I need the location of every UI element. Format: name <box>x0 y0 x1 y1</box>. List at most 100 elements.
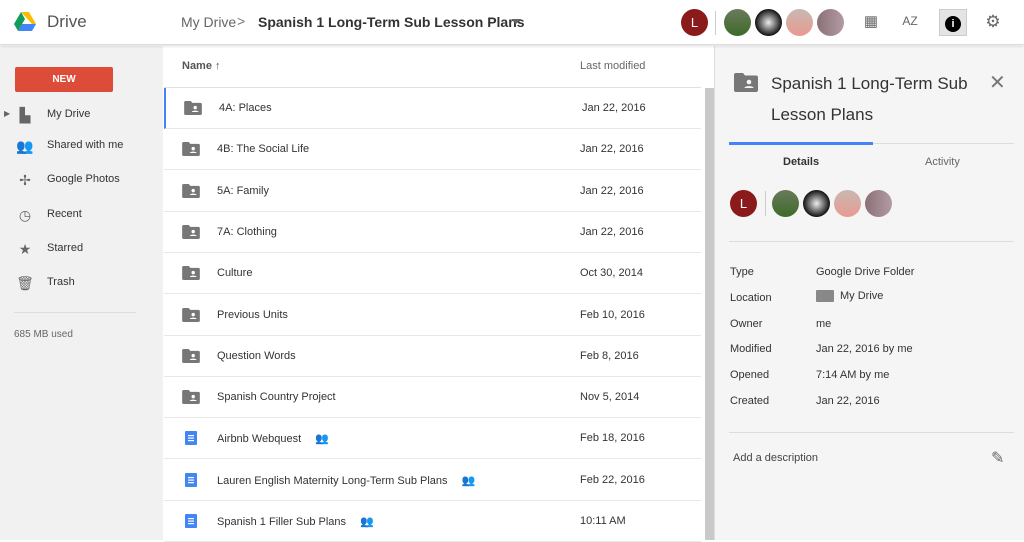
panel-title: Spanish 1 Long-Term Sub Lesson Plans <box>771 74 968 124</box>
detail-value: Google Drive Folder <box>816 266 915 278</box>
drive-logo-icon[interactable] <box>14 12 36 31</box>
breadcrumb-separator: > <box>237 13 246 29</box>
grid-view-icon[interactable]: ▦ <box>861 12 881 32</box>
file-list: Name ↑ Last modified 4A: Places Jan 22, … <box>164 46 715 542</box>
file-row[interactable]: Culture Oct 30, 2014 <box>164 253 701 295</box>
sidebar-item-trash[interactable]: 🗑 Trash <box>0 268 163 298</box>
file-modified: Jan 22, 2016 <box>580 143 644 156</box>
detail-label: Type <box>730 266 754 278</box>
detail-label: Opened <box>730 369 770 382</box>
sidebar-item-label: Starred <box>47 242 84 254</box>
file-row[interactable]: 4A: Places Jan 22, 2016 <box>164 88 701 129</box>
sort-arrow-up-icon[interactable]: ↑ <box>215 60 221 72</box>
brand[interactable]: Drive <box>47 12 87 32</box>
file-name: 5A: Family <box>217 184 269 197</box>
sort-az-icon[interactable]: AZ <box>900 14 920 34</box>
info-icon[interactable]: i <box>939 9 967 36</box>
divider <box>765 191 766 216</box>
sidebar-item-photos[interactable]: ✢ Google Photos <box>0 165 163 195</box>
file-row[interactable]: Spanish Country Project Nov 5, 2014 <box>164 377 701 419</box>
file-row[interactable]: Previous Units Feb 10, 2016 <box>164 295 701 336</box>
file-modified: Jan 22, 2016 <box>580 225 644 238</box>
file-name: Previous Units <box>217 308 288 321</box>
file-name: Airbnb Webquest 👥 <box>217 433 329 446</box>
sidebar-item-recent[interactable]: ◷ Recent <box>0 200 163 230</box>
shared-folder-icon <box>734 73 758 92</box>
details-panel: Spanish 1 Long-Term Sub Lesson Plans ✕ D… <box>715 46 1024 540</box>
sidebar-item-starred[interactable]: ★ Starred <box>0 234 163 264</box>
file-modified: Jan 22, 2016 <box>582 102 646 114</box>
file-modified: 10:11 AM <box>580 515 626 527</box>
shared-folder-icon <box>182 348 200 363</box>
collaborator-avatar[interactable] <box>724 9 751 36</box>
star-icon: ★ <box>18 241 32 257</box>
add-description-field[interactable]: Add a description <box>733 452 818 464</box>
detail-label: Location <box>730 291 772 304</box>
file-row[interactable]: Question Words Feb 8, 2016 <box>164 336 701 377</box>
tab-details[interactable]: Details <box>783 156 819 168</box>
file-name: Culture <box>217 267 253 280</box>
detail-value-location[interactable]: My Drive <box>816 290 883 302</box>
shared-folder-icon <box>182 142 200 157</box>
photos-icon: ✢ <box>19 172 31 188</box>
file-name: 4A: Places <box>219 102 272 114</box>
file-name: 4B: The Social Life <box>217 143 310 156</box>
file-name: Spanish Country Project <box>217 391 336 404</box>
sidebar-item-label: Google Photos <box>47 173 120 185</box>
google-doc-icon <box>182 431 200 446</box>
detail-label: Created <box>730 395 770 407</box>
collaborator-avatar[interactable] <box>772 190 799 217</box>
google-doc-icon <box>182 514 200 528</box>
expand-arrow-icon[interactable]: ▶ <box>4 109 10 118</box>
column-header-modified[interactable]: Last modified <box>580 60 645 72</box>
detail-value: Jan 22, 2016 <box>816 395 880 407</box>
file-row[interactable]: Airbnb Webquest 👥 Feb 18, 2016 <box>164 418 701 460</box>
detail-value: 7:14 AM by me <box>816 369 890 382</box>
file-name: Lauren English Maternity Long-Term Sub P… <box>217 474 476 487</box>
collaborator-avatar[interactable] <box>755 9 782 36</box>
collaborator-avatar[interactable] <box>865 190 892 217</box>
collaborator-avatar[interactable] <box>786 9 813 36</box>
owner-avatar[interactable]: L <box>730 190 757 217</box>
breadcrumb-current[interactable]: Spanish 1 Long-Term Sub Lesson Plans <box>258 14 525 30</box>
user-avatar[interactable]: L <box>681 9 708 36</box>
sidebar-item-my-drive[interactable]: ▶ ▙ My Drive <box>0 100 163 130</box>
sidebar-item-label: Shared with me <box>47 139 124 151</box>
close-icon[interactable]: ✕ <box>989 70 1006 95</box>
breadcrumb-my-drive[interactable]: My Drive <box>181 14 236 30</box>
divider <box>14 312 136 313</box>
divider <box>729 432 1014 433</box>
top-bar: Drive My Drive > Spanish 1 Long-Term Sub… <box>0 0 1024 45</box>
file-row[interactable]: 4B: The Social Life Jan 22, 2016 <box>164 129 701 171</box>
shared-icon: 👥 <box>461 474 476 487</box>
sidebar: NEW ▶ ▙ My Drive 👥 Shared with me ✢ Google P… <box>0 46 163 540</box>
collaborator-avatar[interactable] <box>803 190 830 217</box>
detail-value: me <box>816 317 832 330</box>
chevron-down-icon[interactable] <box>511 19 521 29</box>
my-drive-icon: ▙ <box>19 107 31 123</box>
pencil-icon[interactable]: ✎ <box>991 448 1004 468</box>
collaborator-avatar[interactable] <box>817 9 844 36</box>
collaborator-avatar[interactable] <box>834 190 861 217</box>
file-modified: Feb 18, 2016 <box>580 432 645 445</box>
file-name: 7A: Clothing <box>217 225 277 238</box>
shared-folder-icon <box>182 390 200 405</box>
shared-icon: 👥 <box>360 516 374 528</box>
detail-label: Owner <box>730 317 763 330</box>
settings-icon[interactable]: ⚙ <box>983 12 1003 32</box>
divider <box>715 11 716 35</box>
file-row[interactable]: Lauren English Maternity Long-Term Sub P… <box>164 460 701 501</box>
active-tab-indicator <box>729 142 873 145</box>
sidebar-item-shared[interactable]: 👥 Shared with me <box>0 131 163 161</box>
file-row[interactable]: 5A: Family Jan 22, 2016 <box>164 171 701 212</box>
file-row[interactable]: 7A: Clothing Jan 22, 2016 <box>164 212 701 253</box>
shared-folder-icon <box>182 266 200 281</box>
shared-folder-icon <box>182 307 200 322</box>
sidebar-item-label: Recent <box>47 208 82 220</box>
new-button[interactable]: NEW <box>15 67 113 92</box>
file-row[interactable]: Spanish 1 Filler Sub Plans 👥 10:11 AM <box>164 501 701 542</box>
file-modified: Jan 22, 2016 <box>580 184 644 197</box>
scrollbar[interactable] <box>705 88 714 540</box>
tab-activity[interactable]: Activity <box>925 156 960 168</box>
column-header-name[interactable]: Name ↑ <box>182 60 221 72</box>
